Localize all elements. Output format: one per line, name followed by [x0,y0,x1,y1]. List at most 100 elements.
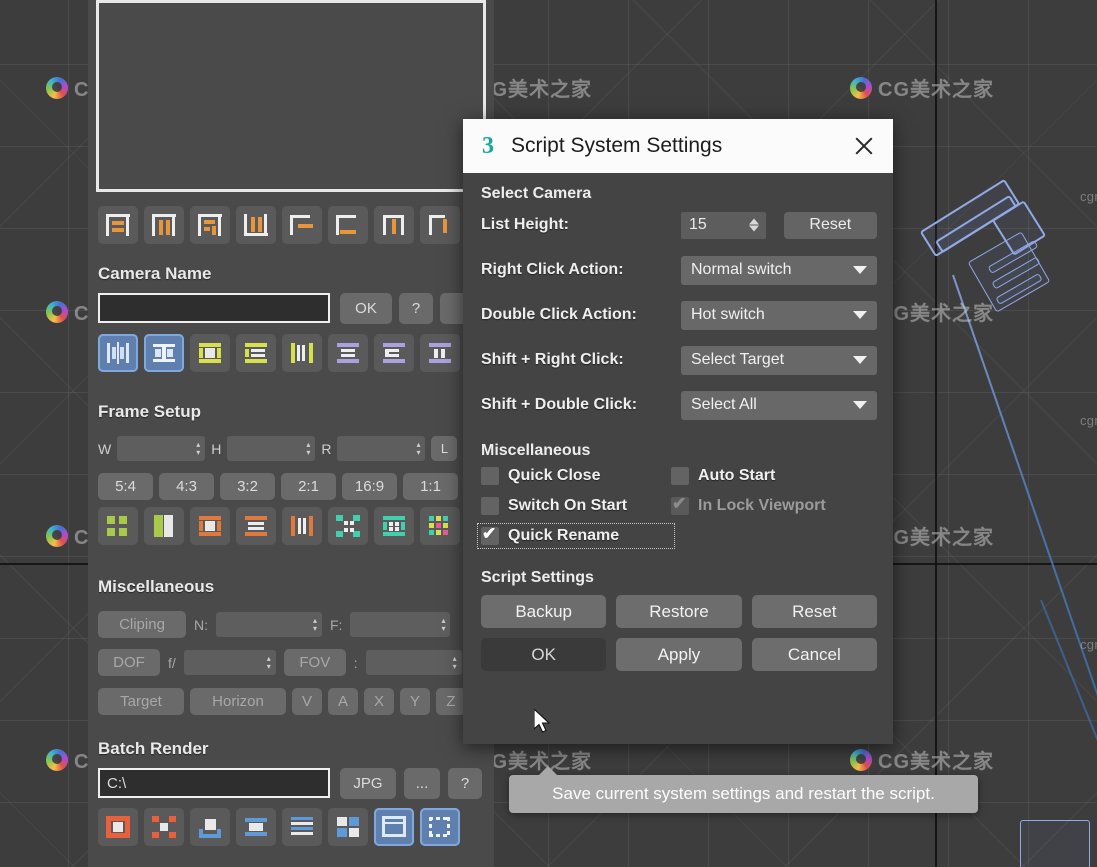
list-height-reset-button[interactable]: Reset [783,211,877,239]
mirror-icon[interactable] [98,334,138,372]
tooltip: Save current system settings and restart… [509,766,978,813]
checkbox-quick-rename[interactable]: Quick Rename [477,523,675,549]
corner-top-icon[interactable] [374,206,414,244]
render-quad-icon[interactable] [328,808,368,846]
target-toggle-button[interactable]: Target [98,688,184,715]
camera-name-ok-button[interactable]: OK [340,293,392,324]
clipping-toggle-button[interactable]: Cliping [98,611,186,638]
batch-render-browse-button[interactable]: ... [404,768,440,799]
axis-button-x[interactable]: X [364,688,394,715]
width-label: W [98,440,112,457]
color-grid-icon[interactable] [420,507,460,545]
render-split-icon[interactable] [374,808,414,846]
axis-button-z[interactable]: Z [436,688,466,715]
double-click-row: Double Click Action: Hot switch [481,300,877,330]
checkbox-box-icon[interactable] [481,497,499,515]
ratio-button-3-2[interactable]: 3:2 [220,473,275,500]
restore-button[interactable]: Restore [616,595,742,628]
bracket-align-icon[interactable] [374,334,414,372]
axis-button-v[interactable]: V [292,688,322,715]
cancel-button[interactable]: Cancel [751,638,877,671]
render-frame-icon[interactable] [236,808,276,846]
render-lines-icon[interactable] [282,808,322,846]
shift-right-click-select[interactable]: Select Target [681,345,877,375]
right-click-action-select[interactable]: Normal switch [681,255,877,285]
batch-render-help-button[interactable]: ? [448,768,482,799]
far-clip-input[interactable] [350,612,451,637]
ratio-button-1-1[interactable]: 1:1 [403,473,458,500]
camera-name-help-button[interactable]: ? [399,293,433,324]
frame-setup-title: Frame Setup [98,402,201,421]
fov-toggle-button[interactable]: FOV [283,649,346,676]
columns-align-icon[interactable] [282,334,322,372]
frame-dimension-row: W H R L [98,436,458,461]
double-click-action-select[interactable]: Hot switch [681,300,877,330]
checkbox-box-icon[interactable] [481,467,499,485]
batch-render-format-button[interactable]: JPG [340,768,396,799]
align-top-center-icon[interactable] [144,206,184,244]
apply-button[interactable]: Apply [616,638,742,671]
grid-align-icon[interactable] [420,334,460,372]
checkbox-box-icon[interactable] [671,467,689,485]
batch-render-path-input[interactable]: C:\ [98,768,330,798]
frame-center-icon[interactable] [190,334,230,372]
safe-frame-rows-icon[interactable] [236,507,276,545]
dof-toggle-button[interactable]: DOF [98,649,160,676]
split-view-icon[interactable] [144,507,184,545]
rows-align-icon[interactable] [236,334,276,372]
camera-layout-icon-row [98,334,460,372]
double-click-action-value: Hot switch [691,306,765,323]
render-blowup-icon[interactable] [190,808,230,846]
reset-button[interactable]: Reset [751,595,877,628]
safe-frame-center-icon[interactable] [190,507,230,545]
preview-area[interactable] [96,0,486,192]
render-region-icon[interactable] [98,808,138,846]
ratio-button-2-1[interactable]: 2:1 [281,473,336,500]
shift-double-click-select[interactable]: Select All [681,390,877,420]
ratio-input[interactable] [337,436,426,461]
lock-button[interactable]: L [431,436,458,461]
ratio-button-4-3[interactable]: 4:3 [159,473,214,500]
axis-button-y[interactable]: Y [400,688,430,715]
chevron-down-icon [853,356,867,364]
backup-button[interactable]: Backup [481,595,607,628]
fstop-input[interactable] [183,650,276,675]
ok-button[interactable]: OK [481,638,607,671]
checkbox-box-icon[interactable] [481,524,499,545]
axis-button-a[interactable]: A [328,688,358,715]
ratio-button-16-9[interactable]: 16:9 [342,473,397,500]
corner-right-icon[interactable] [420,206,460,244]
align-bottom-icon[interactable] [236,206,276,244]
film-strip-icon[interactable] [144,334,184,372]
chevron-down-icon [853,311,867,319]
near-clip-input[interactable] [216,612,322,637]
camera-name-input[interactable] [98,293,330,323]
width-input[interactable] [117,436,206,461]
spinner-arrows-icon[interactable] [748,218,759,232]
height-input[interactable] [227,436,316,461]
thirds-grid-icon[interactable] [328,507,368,545]
checkbox-switch-on-start[interactable]: Switch On Start [481,497,671,515]
list-height-row: List Height: 15 Reset [481,210,877,240]
list-align-icon[interactable] [328,334,368,372]
nine-grid-icon[interactable] [374,507,414,545]
list-height-input[interactable]: 15 [681,211,766,239]
corner-top-left-icon[interactable] [282,206,322,244]
corner-bottom-left-icon[interactable] [328,206,368,244]
safe-frame-icon-row [98,507,460,545]
render-crop-icon[interactable] [144,808,184,846]
fov-input[interactable] [365,650,462,675]
dialog-titlebar[interactable]: 3 Script System Settings [463,119,893,173]
align-top-right-icon[interactable] [190,206,230,244]
render-marquee-icon[interactable] [420,808,460,846]
checkbox-quick-close[interactable]: Quick Close [481,467,671,485]
align-top-left-icon[interactable] [98,206,138,244]
add-grid-icon[interactable] [98,507,138,545]
ratio-button-5-4[interactable]: 5:4 [98,473,153,500]
chevron-down-icon [853,266,867,274]
alignment-icon-row [98,206,460,244]
horizon-toggle-button[interactable]: Horizon [190,688,286,715]
safe-frame-cols-icon[interactable] [282,507,322,545]
close-icon[interactable] [849,131,879,161]
checkbox-auto-start[interactable]: Auto Start [671,467,877,485]
